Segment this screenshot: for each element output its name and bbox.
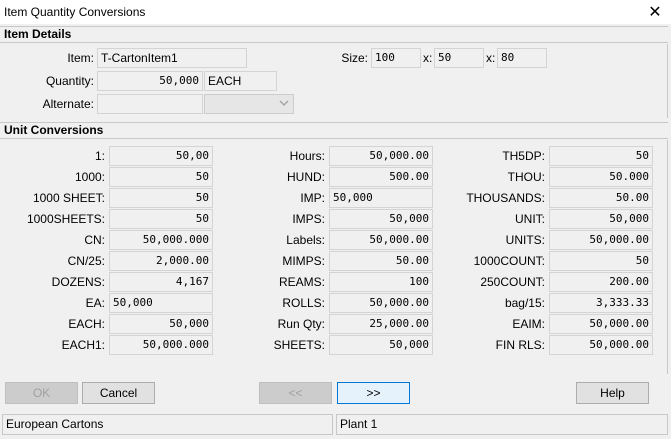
conversion-label: ROLLS: — [282, 296, 325, 310]
size-x-label-2: x: — [486, 51, 496, 65]
item-details-group: Item: T-CartonItem1 Size: 100 x: 50 x: 8… — [0, 44, 668, 118]
conversion-label: 1000COUNT: — [473, 254, 545, 268]
ok-button[interactable]: OK — [5, 382, 78, 404]
next-button[interactable]: >> — [337, 382, 410, 404]
conversion-value-field[interactable]: 50,000.00 — [329, 146, 433, 166]
conversion-value-field[interactable]: 50 — [549, 251, 653, 271]
conversion-label: EACH: — [68, 317, 105, 331]
size-x-label-1: x: — [423, 51, 433, 65]
conversion-value-field[interactable]: 500.00 — [329, 167, 433, 187]
conversion-label: 1000 SHEET: — [32, 191, 105, 205]
dialog-body: Item Details Item: T-CartonItem1 Size: 1… — [0, 24, 671, 439]
conversion-label: UNITS: — [505, 233, 545, 247]
conversion-value-field[interactable]: 50,000 — [109, 314, 213, 334]
conversion-label: 1000: — [74, 170, 105, 184]
conversion-label: EAIM: — [512, 317, 545, 331]
size-length-field[interactable]: 100 — [371, 48, 421, 68]
conversion-label: Hours: — [289, 149, 325, 163]
status-bar: European Cartons Plant 1 — [0, 412, 671, 439]
conversion-value-field[interactable]: 50,00 — [109, 146, 213, 166]
conversion-label: Run Qty: — [277, 317, 325, 331]
conversion-label: TH5DP: — [502, 149, 545, 163]
conversion-value-field[interactable]: 50,000 — [329, 209, 433, 229]
alternate-label: Alternate: — [42, 97, 94, 111]
conversion-label: FIN RLS: — [495, 338, 545, 352]
quantity-label: Quantity: — [45, 74, 94, 88]
item-label: Item: — [67, 51, 94, 65]
conversion-value-field[interactable]: 100 — [329, 272, 433, 292]
unit-conversions-group: 1: 50,00 1000: 50 1000 SHEET: 50 1000SHEETS: 50… — [0, 140, 668, 374]
quantity-unit-field[interactable]: EACH — [204, 71, 277, 91]
conversion-label: 1: — [94, 149, 105, 163]
conversion-value-field[interactable]: 4,167 — [109, 272, 213, 292]
conversion-value-field[interactable]: 50,000 — [329, 188, 433, 208]
cancel-button[interactable]: Cancel — [82, 382, 155, 404]
conversion-label: 1000SHEETS: — [26, 212, 105, 226]
conversion-value-field[interactable]: 200.00 — [549, 272, 653, 292]
conversion-value-field[interactable]: 50,000.000 — [109, 230, 213, 250]
help-button[interactable]: Help — [576, 382, 649, 404]
conversion-value-field[interactable]: 50 — [109, 188, 213, 208]
item-details-header: Item Details — [0, 26, 668, 43]
conversion-value-field[interactable]: 25,000.00 — [329, 314, 433, 334]
conversion-value-field[interactable]: 50,000.00 — [549, 230, 653, 250]
conversion-label: MIMPS: — [282, 254, 325, 268]
conversion-label: bag/15: — [504, 296, 545, 310]
alternate-unit-select[interactable] — [204, 94, 294, 114]
conversion-label: CN: — [84, 233, 105, 247]
conversion-value-field[interactable]: 50,000.00 — [329, 230, 433, 250]
title-bar: Item Quantity Conversions ✕ — [0, 0, 671, 24]
conversion-value-field[interactable]: 50.00 — [549, 188, 653, 208]
conversion-label: THOU: — [507, 170, 545, 184]
conversion-value-field[interactable]: 50 — [549, 146, 653, 166]
conversion-value-field[interactable]: 50,000.00 — [549, 314, 653, 334]
size-depth-field[interactable]: 80 — [497, 48, 547, 68]
item-field[interactable]: T-CartonItem1 — [97, 48, 247, 68]
conversion-value-field[interactable]: 50 — [109, 167, 213, 187]
conversion-label: REAMS: — [278, 275, 325, 289]
conversion-value-field[interactable]: 50.000 — [549, 167, 653, 187]
conversion-label: DOZENS: — [51, 275, 105, 289]
conversion-label: Labels: — [286, 233, 325, 247]
conversion-value-field[interactable]: 50 — [109, 209, 213, 229]
conversion-label: EACH1: — [61, 338, 105, 352]
conversion-label: 250COUNT: — [480, 275, 545, 289]
unit-conversions-header: Unit Conversions — [0, 122, 668, 139]
conversion-label: UNIT: — [515, 212, 545, 226]
window-title: Item Quantity Conversions — [4, 5, 146, 19]
conversion-value-field[interactable]: 3,333.33 — [549, 293, 653, 313]
conversion-value-field[interactable]: 50,000.00 — [549, 335, 653, 355]
conversion-label: HUND: — [287, 170, 325, 184]
conversion-label: SHEETS: — [273, 338, 325, 352]
size-label: Size: — [341, 51, 368, 65]
conversion-value-field[interactable]: 50,000 — [549, 209, 653, 229]
conversion-value-field[interactable]: 50,000.000 — [109, 335, 213, 355]
conversion-label: EA: — [85, 296, 105, 310]
conversion-value-field[interactable]: 2,000.00 — [109, 251, 213, 271]
conversion-value-field[interactable]: 50,000 — [329, 335, 433, 355]
conversion-label: THOUSANDS: — [466, 191, 545, 205]
conversion-label: IMPS: — [292, 212, 325, 226]
conversion-label: IMP: — [300, 191, 325, 205]
status-plant: Plant 1 — [336, 414, 668, 435]
conversion-value-field[interactable]: 50.00 — [329, 251, 433, 271]
size-width-field[interactable]: 50 — [434, 48, 484, 68]
alternate-field[interactable] — [97, 94, 203, 114]
chevron-down-icon — [278, 98, 290, 110]
conversion-value-field[interactable]: 50,000.00 — [329, 293, 433, 313]
conversion-label: CN/25: — [67, 254, 105, 268]
status-company: European Cartons — [2, 414, 333, 435]
close-icon[interactable]: ✕ — [645, 2, 665, 22]
previous-button[interactable]: << — [259, 382, 332, 404]
conversion-value-field[interactable]: 50,000 — [109, 293, 213, 313]
quantity-field[interactable]: 50,000 — [97, 71, 203, 91]
